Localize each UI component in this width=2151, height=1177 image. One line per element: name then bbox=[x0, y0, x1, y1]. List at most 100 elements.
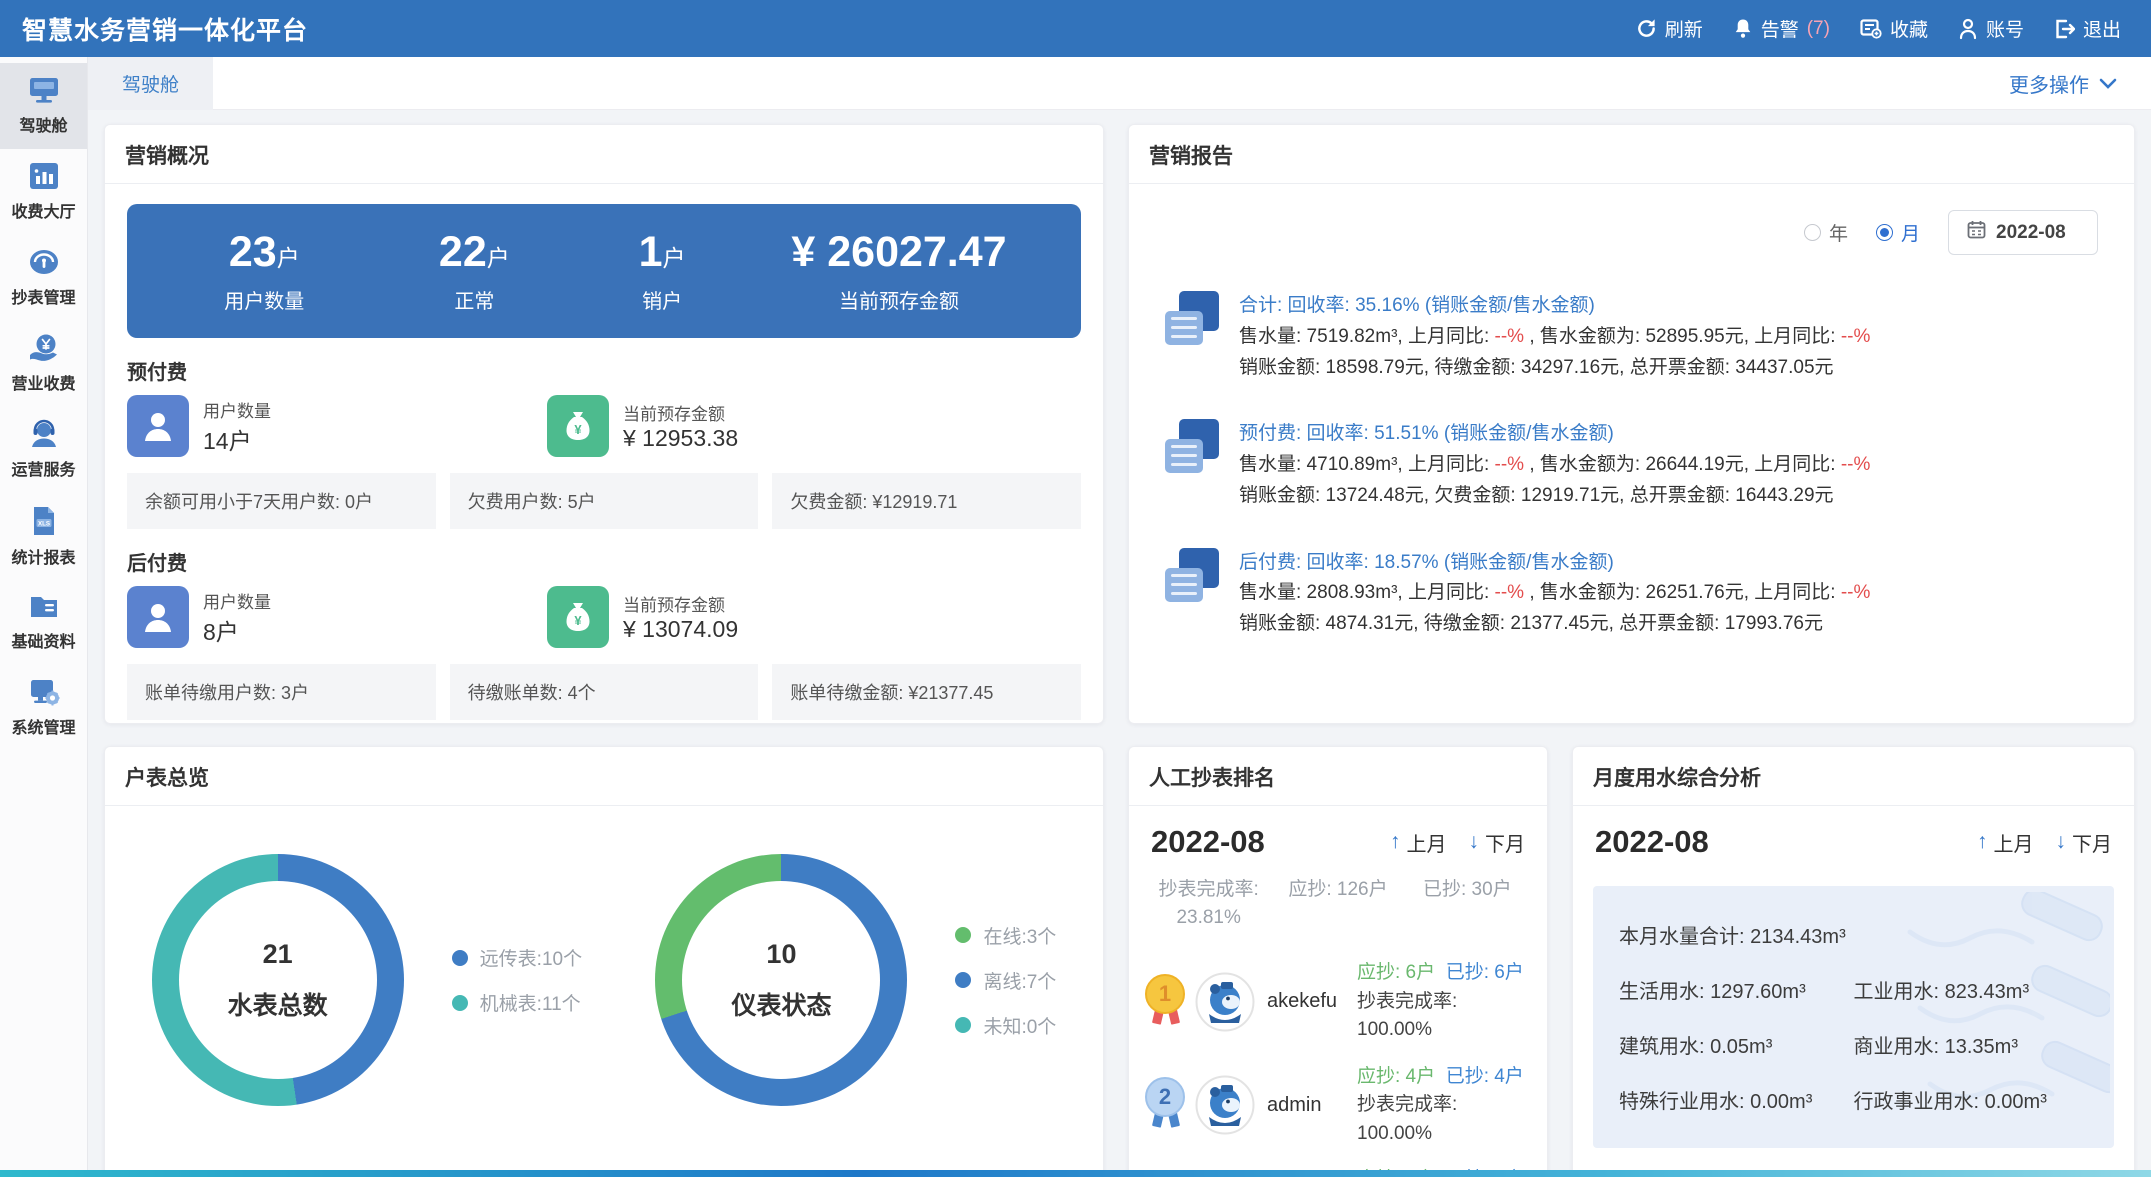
arrow-up-icon: ↑ bbox=[1977, 830, 1988, 854]
overview-banner: 23户 用户数量 22户 正常 1户 销户 ¥ 26027.47 bbox=[127, 204, 1081, 338]
postpaid-cell-unpaid-users: 账单待缴用户数: 3户 bbox=[127, 664, 436, 720]
done-count: 已抄: 30户 bbox=[1406, 876, 1529, 931]
ranking-row[interactable]: 3 张三 应抄: 1户 已抄: 1户 抄表完成率: 100.00% bbox=[1145, 1166, 1531, 1170]
next-month-button[interactable]: ↓下月 bbox=[2056, 828, 2113, 857]
alarm-button[interactable]: 告警 (7) bbox=[1733, 15, 1830, 42]
header-actions: 刷新 告警 (7) 收藏 账号 退出 bbox=[1636, 15, 2121, 42]
water-commercial: 商业用水: 13.35m³ bbox=[1854, 1030, 2089, 1059]
dashboard-content: 营销概况 23户 用户数量 22户 正常 1户 销户 bbox=[88, 110, 2151, 1170]
postpaid-heading: 后付费 bbox=[127, 547, 1081, 576]
report-block-postpaid: 后付费: 回收率: 18.57% (销账金额/售水金额) 售水量: 2808.9… bbox=[1129, 548, 2134, 640]
sidebar-item-statistics-report[interactable]: XLS 统计报表 bbox=[0, 493, 87, 581]
card-title-meters: 户表总览 bbox=[105, 747, 1103, 806]
sidebar: 驾驶舱 收费大厅 抄表管理 营业收费 运营服务 XLS 统计报表 基础资料 系统 bbox=[0, 57, 88, 1170]
banner-user-count: 23户 用户数量 bbox=[157, 228, 372, 314]
donut-center-value: 21 bbox=[263, 939, 293, 970]
report-line2: 售水量: 2808.93m³, 上月同比: --% , 售水金额为: 26251… bbox=[1239, 578, 1870, 609]
ranking-list: 1 akekefu 应抄: 6户 已抄: 6户 抄表完成率: 100.00% 2 bbox=[1129, 931, 1547, 1170]
marketing-report-card: 营销报告 年 月 2022-08 合计: 回收率: 35.16% (销账金额/售… bbox=[1128, 124, 2135, 724]
logout-icon bbox=[2054, 19, 2075, 39]
prepaid-heading: 预付费 bbox=[127, 356, 1081, 385]
due-count: 应抄: 126户 bbox=[1276, 876, 1399, 931]
prev-month-button[interactable]: ↑上月 bbox=[1390, 828, 1447, 857]
report-block-total: 合计: 回收率: 35.16% (销账金额/售水金额) 售水量: 7519.82… bbox=[1129, 291, 2134, 383]
ranking-month: 2022-08 bbox=[1151, 824, 1265, 860]
bar-chart-icon bbox=[28, 161, 60, 191]
meter-status-donut-chart: 10 仪表状态 bbox=[655, 854, 907, 1106]
sidebar-item-dashboard[interactable]: 驾驶舱 bbox=[0, 63, 87, 149]
sidebar-item-basic-data[interactable]: 基础资料 bbox=[0, 581, 87, 665]
report-doc-icon bbox=[1165, 548, 1221, 604]
report-doc-icon bbox=[1165, 419, 1221, 475]
svg-text:¥: ¥ bbox=[574, 613, 582, 628]
water-usage-panel: 本月水量合计: 2134.43m³ 生活用水: 1297.60m³工业用水: 8… bbox=[1593, 886, 2114, 1148]
report-doc-icon bbox=[1165, 291, 1221, 347]
radio-month[interactable]: 月 bbox=[1876, 219, 1920, 246]
water-special-industry: 特殊行业用水: 0.00m³ bbox=[1619, 1085, 1854, 1114]
favorite-icon bbox=[1860, 19, 1882, 39]
prepaid-stats: 用户数量14户 ¥ 当前预存金额¥ 12953.38 bbox=[105, 395, 1103, 457]
card-title-overview: 营销概况 bbox=[105, 125, 1103, 184]
legend-dot bbox=[452, 950, 468, 966]
tab-dashboard[interactable]: 驾驶舱 bbox=[88, 57, 213, 110]
marketing-overview-card: 营销概况 23户 用户数量 22户 正常 1户 销户 bbox=[104, 124, 1104, 724]
sidebar-item-meter-reading[interactable]: 抄表管理 bbox=[0, 235, 87, 321]
tab-bar: 驾驶舱 更多操作 bbox=[88, 57, 2151, 110]
radio-year[interactable]: 年 bbox=[1804, 219, 1848, 246]
postpaid-amount-stat: ¥ 当前预存金额¥ 13074.09 bbox=[547, 586, 738, 648]
dashboard-monitor-icon bbox=[27, 75, 61, 105]
ranking-row[interactable]: 1 akekefu 应抄: 6户 已抄: 6户 抄表完成率: 100.00% bbox=[1145, 959, 1531, 1045]
legend-dot bbox=[955, 1017, 971, 1033]
report-headline: 合计: 回收率: 35.16% (销账金额/售水金额) bbox=[1239, 291, 1870, 322]
month-picker[interactable]: 2022-08 bbox=[1948, 210, 2098, 255]
avatar bbox=[1195, 972, 1255, 1032]
more-actions-dropdown[interactable]: 更多操作 bbox=[2009, 69, 2117, 98]
meter-overview-card: 户表总览 21 水表总数 远传表:10个 机械表:11个 bbox=[104, 746, 1104, 1170]
sidebar-item-system-management[interactable]: 系统管理 bbox=[0, 665, 87, 751]
legend-dot bbox=[955, 927, 971, 943]
radio-circle bbox=[1876, 224, 1893, 241]
report-line2: 售水量: 4710.89m³, 上月同比: --% , 售水金额为: 26644… bbox=[1239, 450, 1870, 481]
reading-ranking-card: 人工抄表排名 2022-08 ↑上月 ↓下月 抄表完成率: 23.81% 应抄:… bbox=[1128, 746, 1548, 1170]
banner-prestored-amount: ¥ 26027.47 当前预存金额 bbox=[747, 228, 1051, 314]
account-button[interactable]: 账号 bbox=[1958, 15, 2024, 42]
xls-file-icon: XLS bbox=[30, 505, 58, 537]
app-title: 智慧水务营销一体化平台 bbox=[22, 11, 308, 47]
card-title-report: 营销报告 bbox=[1129, 125, 2134, 184]
arrow-down-icon: ↓ bbox=[1469, 830, 1480, 854]
bell-icon bbox=[1733, 18, 1753, 39]
radio-circle bbox=[1804, 224, 1821, 241]
chevron-down-icon bbox=[2099, 72, 2117, 95]
water-domestic: 生活用水: 1297.60m³ bbox=[1619, 975, 1854, 1004]
water-total: 本月水量合计: 2134.43m³ bbox=[1619, 920, 2088, 949]
water-industrial: 工业用水: 823.43m³ bbox=[1854, 975, 2089, 1004]
prev-month-button[interactable]: ↑上月 bbox=[1977, 828, 2034, 857]
arrow-down-icon: ↓ bbox=[2056, 830, 2067, 854]
ranking-row[interactable]: 2 admin 应抄: 4户 已抄: 4户 抄表完成率: 100.00% bbox=[1145, 1063, 1531, 1149]
water-construction: 建筑用水: 0.05m³ bbox=[1619, 1030, 1854, 1059]
postpaid-stats: 用户数量8户 ¥ 当前预存金额¥ 13074.09 bbox=[105, 586, 1103, 648]
report-headline: 后付费: 回收率: 18.57% (销账金额/售水金额) bbox=[1239, 548, 1870, 579]
meter-total-legend: 远传表:10个 机械表:11个 bbox=[452, 944, 582, 1016]
sidebar-item-billing-hall[interactable]: 收费大厅 bbox=[0, 149, 87, 235]
next-month-button[interactable]: ↓下月 bbox=[1469, 828, 1526, 857]
money-bag-icon: ¥ bbox=[547, 586, 609, 648]
headset-person-icon bbox=[28, 419, 60, 449]
favorite-button[interactable]: 收藏 bbox=[1860, 15, 1928, 42]
svg-text:¥: ¥ bbox=[574, 422, 582, 437]
alarm-count-badge: (7) bbox=[1807, 18, 1830, 40]
svg-text:XLS: XLS bbox=[37, 520, 49, 527]
card-title-analysis: 月度用水综合分析 bbox=[1573, 747, 2134, 806]
banner-closed-count: 1户 销户 bbox=[577, 228, 747, 314]
ranking-summary: 抄表完成率: 23.81% 应抄: 126户 已抄: 30户 bbox=[1129, 860, 1547, 931]
system-gear-icon bbox=[28, 677, 60, 707]
logout-button[interactable]: 退出 bbox=[2054, 15, 2121, 42]
legend-dot bbox=[452, 995, 468, 1011]
report-line3: 销账金额: 4874.31元, 待缴金额: 21377.45元, 总开票金额: … bbox=[1239, 609, 1870, 640]
sidebar-item-business-fees[interactable]: 营业收费 bbox=[0, 321, 87, 407]
sidebar-item-operation-service[interactable]: 运营服务 bbox=[0, 407, 87, 493]
rank-user-name: akekefu bbox=[1267, 990, 1345, 1013]
refresh-button[interactable]: 刷新 bbox=[1636, 15, 1703, 42]
card-title-ranking: 人工抄表排名 bbox=[1129, 747, 1547, 806]
gauge-icon bbox=[27, 247, 61, 277]
